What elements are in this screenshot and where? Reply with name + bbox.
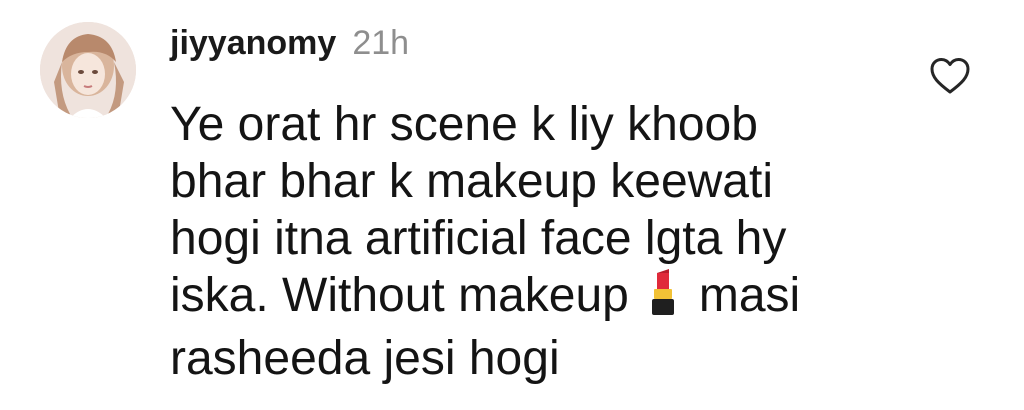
comment-line: hogi itna artificial face lgta hy: [170, 212, 787, 265]
comment-line: Ye orat hr scene k liy khoob: [170, 98, 758, 151]
profile-avatar-image: [40, 22, 136, 118]
timestamp: 21h: [352, 24, 410, 62]
comment-line: bhar bhar k makeup keewati: [170, 155, 773, 208]
comment-text: Ye orat hr scene k liy khoob bhar bhar k…: [170, 96, 930, 387]
avatar[interactable]: [40, 22, 136, 118]
comment-line: rasheeda jesi hogi: [170, 332, 560, 385]
lipstick-emoji: [645, 269, 681, 330]
username[interactable]: jiyyanomy: [170, 24, 336, 63]
comment: jiyyanomy 21h Ye orat hr scene k liy kho…: [0, 0, 1024, 410]
comment-line-part: iska. Without makeup: [170, 269, 629, 322]
comment-line-part: masi: [698, 269, 801, 322]
heart-outline-icon[interactable]: [928, 56, 972, 96]
comment-header: jiyyanomy 21h: [170, 24, 409, 68]
comment-line-with-emoji: iska. Without makeup masi: [170, 267, 930, 330]
